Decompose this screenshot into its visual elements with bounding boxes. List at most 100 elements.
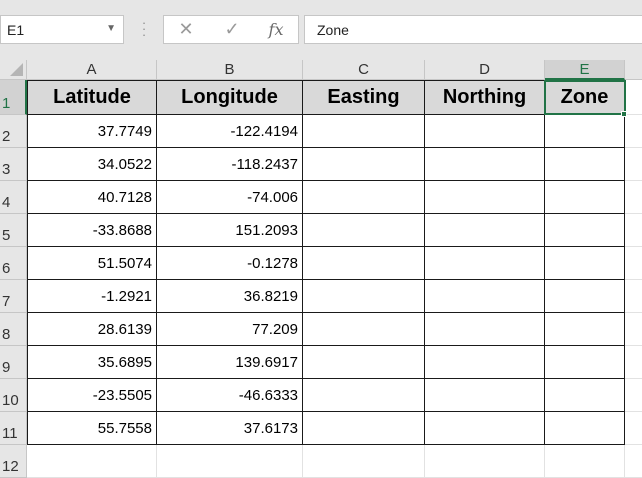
data-cell[interactable] xyxy=(425,247,545,280)
header-cell-northing[interactable]: Northing xyxy=(425,80,545,115)
data-cell[interactable] xyxy=(545,313,625,346)
empty-cell[interactable] xyxy=(425,445,545,478)
row-header-2[interactable]: 2 xyxy=(0,115,27,148)
empty-cell[interactable] xyxy=(625,148,642,181)
data-cell[interactable] xyxy=(303,346,425,379)
empty-cell[interactable] xyxy=(625,247,642,280)
data-cell[interactable]: 55.7558 xyxy=(27,412,157,445)
empty-cell[interactable] xyxy=(625,379,642,412)
data-cell[interactable]: 37.6173 xyxy=(157,412,303,445)
data-cell[interactable] xyxy=(425,214,545,247)
data-cell[interactable]: -46.6333 xyxy=(157,379,303,412)
column-header-c[interactable]: C xyxy=(303,60,425,80)
row-header-1[interactable]: 1 xyxy=(0,80,27,115)
formula-text: Zone xyxy=(317,22,349,38)
data-cell[interactable]: 40.7128 xyxy=(27,181,157,214)
empty-cell[interactable] xyxy=(545,445,625,478)
data-cell[interactable]: -1.2921 xyxy=(27,280,157,313)
data-cell[interactable] xyxy=(425,379,545,412)
data-cell[interactable] xyxy=(303,214,425,247)
data-cell[interactable] xyxy=(545,148,625,181)
empty-cell[interactable] xyxy=(625,445,642,478)
row-header-10[interactable]: 10 xyxy=(0,379,27,412)
data-cell[interactable] xyxy=(545,412,625,445)
header-cell-longitude[interactable]: Longitude xyxy=(157,80,303,115)
data-cell[interactable]: -0.1278 xyxy=(157,247,303,280)
row-header-9[interactable]: 9 xyxy=(0,346,27,379)
x-icon[interactable]: ✕ xyxy=(166,16,206,43)
column-header-a[interactable]: A xyxy=(27,60,157,80)
data-cell[interactable] xyxy=(545,214,625,247)
column-header-e[interactable]: E xyxy=(545,60,625,80)
data-cell[interactable] xyxy=(303,412,425,445)
data-cell[interactable] xyxy=(425,313,545,346)
data-cell[interactable]: -74.006 xyxy=(157,181,303,214)
data-cell[interactable] xyxy=(545,379,625,412)
data-cell[interactable]: 151.2093 xyxy=(157,214,303,247)
empty-cell[interactable] xyxy=(157,445,303,478)
data-cell[interactable]: 34.0522 xyxy=(27,148,157,181)
header-cell-zone[interactable]: Zone xyxy=(545,80,625,115)
data-cell[interactable] xyxy=(303,379,425,412)
data-cell[interactable]: -23.5505 xyxy=(27,379,157,412)
data-cell[interactable]: -33.8688 xyxy=(27,214,157,247)
data-cell[interactable] xyxy=(425,148,545,181)
empty-cell[interactable] xyxy=(625,280,642,313)
data-cell[interactable]: -118.2437 xyxy=(157,148,303,181)
checkmark-icon[interactable]: ✓ xyxy=(212,16,252,43)
fx-icon[interactable]: fx xyxy=(256,16,296,43)
data-cell[interactable] xyxy=(545,181,625,214)
data-cell[interactable]: 37.7749 xyxy=(27,115,157,148)
chevron-down-icon[interactable]: ▼ xyxy=(106,23,116,34)
row-header-11[interactable]: 11 xyxy=(0,412,27,445)
name-box[interactable]: E1 ▼ xyxy=(0,15,124,44)
row-header-8[interactable]: 8 xyxy=(0,313,27,346)
data-cell[interactable] xyxy=(545,346,625,379)
header-cell-latitude[interactable]: Latitude xyxy=(27,80,157,115)
data-cell[interactable] xyxy=(545,115,625,148)
data-cell[interactable] xyxy=(303,247,425,280)
empty-cell[interactable] xyxy=(303,445,425,478)
empty-cell[interactable] xyxy=(625,313,642,346)
row-header-4[interactable]: 4 xyxy=(0,181,27,214)
column-header-b[interactable]: B xyxy=(157,60,303,80)
formula-bar-area: E1 ▼ · · · ✕ ✓ fx Zone xyxy=(0,0,642,60)
empty-cell[interactable] xyxy=(625,346,642,379)
data-cell[interactable] xyxy=(425,280,545,313)
empty-cell[interactable] xyxy=(27,445,157,478)
data-cell[interactable]: 28.6139 xyxy=(27,313,157,346)
empty-cell[interactable] xyxy=(625,214,642,247)
data-cell[interactable] xyxy=(303,181,425,214)
data-cell[interactable] xyxy=(303,148,425,181)
data-cell[interactable]: 35.6895 xyxy=(27,346,157,379)
data-cell[interactable] xyxy=(545,247,625,280)
data-cell[interactable] xyxy=(425,181,545,214)
data-cell[interactable] xyxy=(425,412,545,445)
row-header-5[interactable]: 5 xyxy=(0,214,27,247)
data-cell[interactable]: -122.4194 xyxy=(157,115,303,148)
empty-cell[interactable] xyxy=(625,115,642,148)
drag-handle-icon[interactable]: · · · xyxy=(140,16,148,41)
data-cell[interactable] xyxy=(545,280,625,313)
data-cell[interactable]: 139.6917 xyxy=(157,346,303,379)
header-cell-easting[interactable]: Easting xyxy=(303,80,425,115)
data-cell[interactable] xyxy=(303,280,425,313)
data-cell[interactable] xyxy=(425,115,545,148)
row-header-3[interactable]: 3 xyxy=(0,148,27,181)
fill-handle[interactable] xyxy=(621,111,627,117)
data-cell[interactable] xyxy=(303,313,425,346)
empty-cell[interactable] xyxy=(625,181,642,214)
data-cell[interactable]: 36.8219 xyxy=(157,280,303,313)
data-cell[interactable] xyxy=(303,115,425,148)
select-all-button[interactable] xyxy=(0,60,27,80)
row-header-7[interactable]: 7 xyxy=(0,280,27,313)
row-header-6[interactable]: 6 xyxy=(0,247,27,280)
row-header-12[interactable]: 12 xyxy=(0,445,27,478)
data-cell[interactable]: 51.5074 xyxy=(27,247,157,280)
data-cell[interactable] xyxy=(425,346,545,379)
empty-cell[interactable] xyxy=(625,412,642,445)
empty-cell[interactable] xyxy=(625,80,642,115)
formula-input[interactable]: Zone xyxy=(304,15,642,44)
data-cell[interactable]: 77.209 xyxy=(157,313,303,346)
column-header-d[interactable]: D xyxy=(425,60,545,80)
